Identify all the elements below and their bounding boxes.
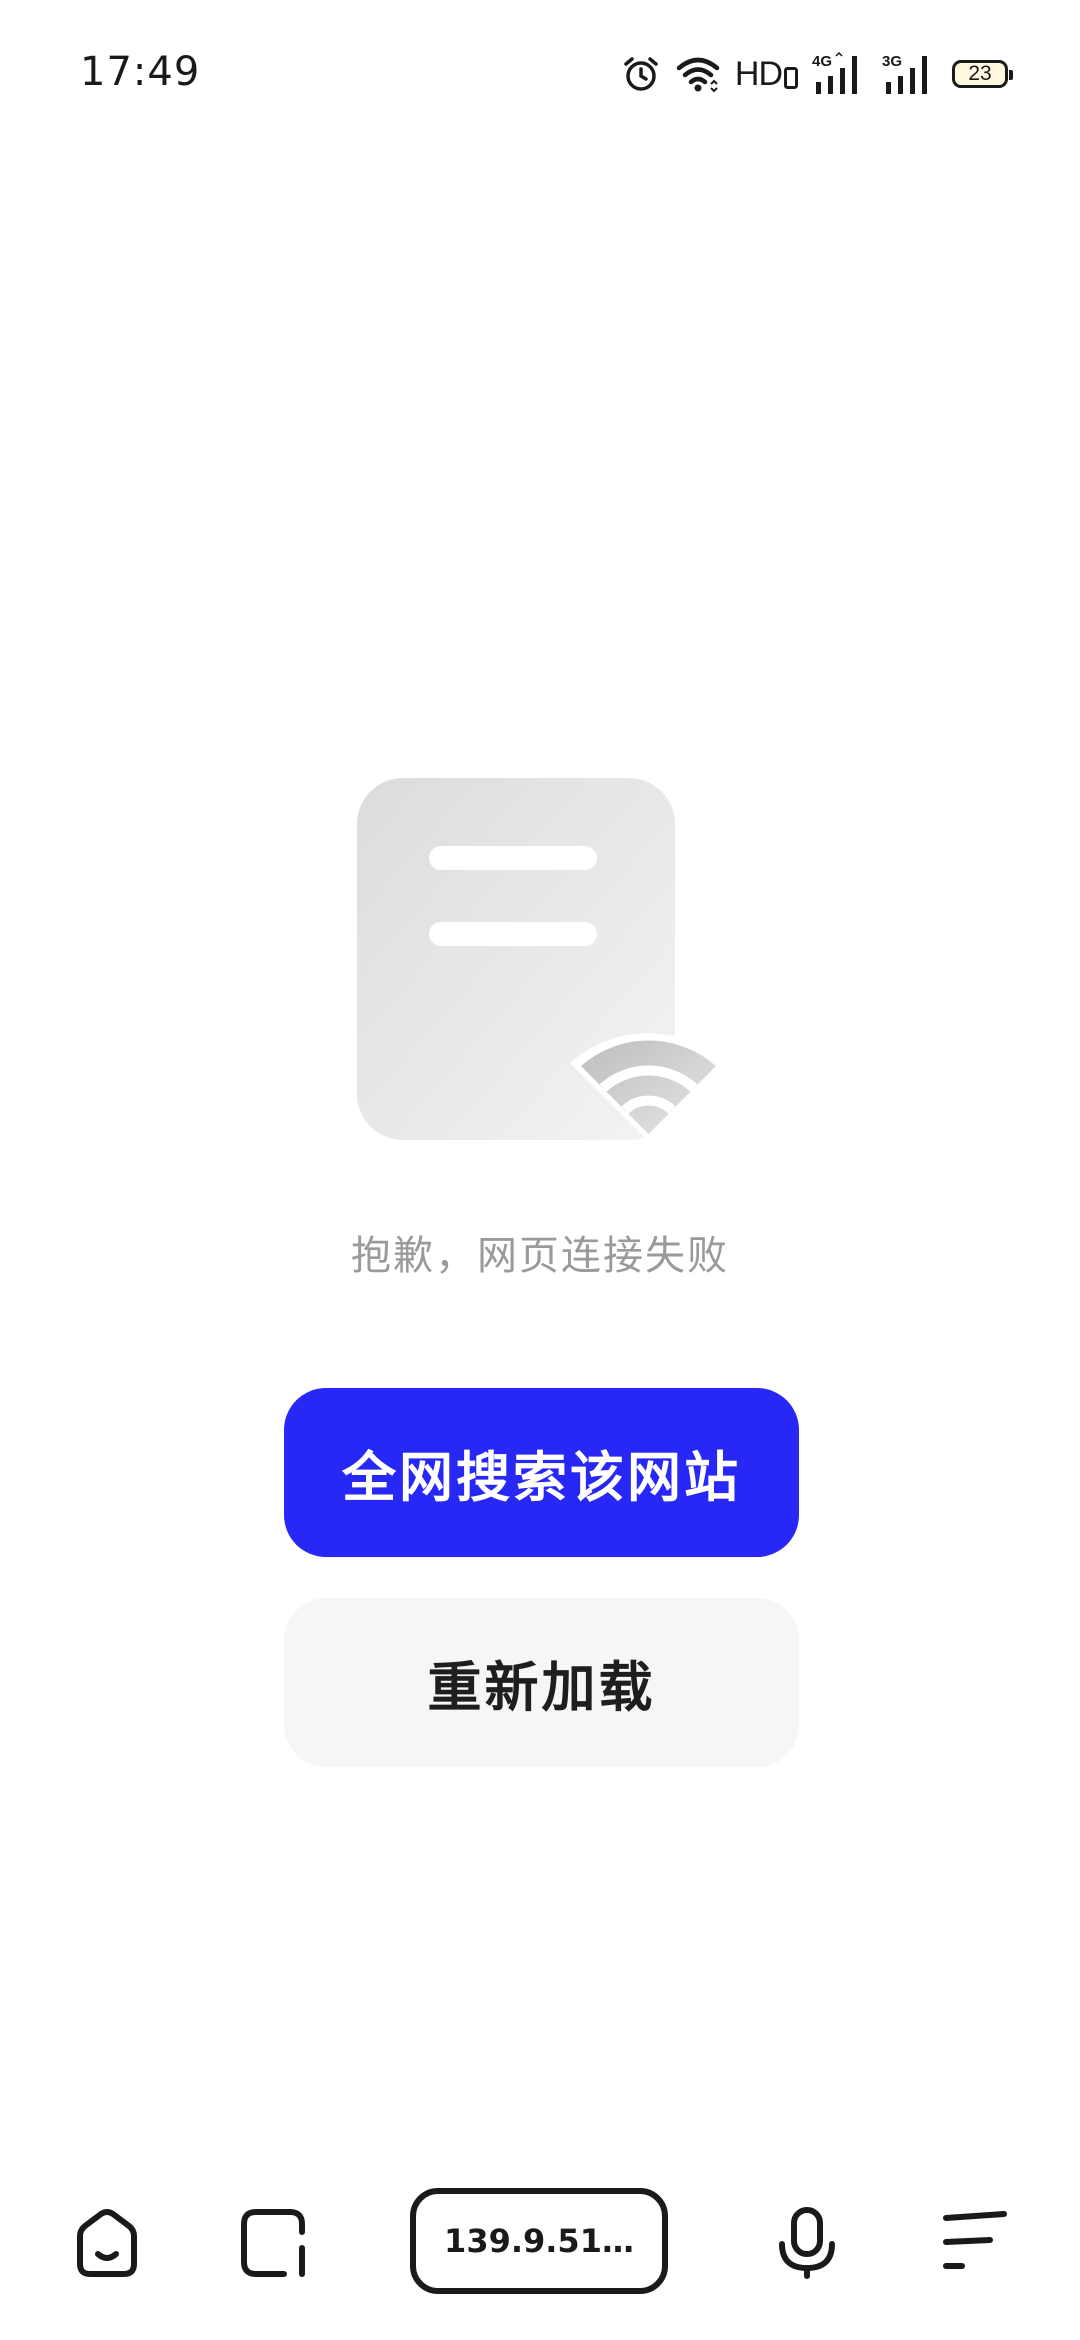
home-icon	[77, 2209, 137, 2277]
microphone-icon	[779, 2207, 835, 2279]
menu-button[interactable]	[930, 2198, 1020, 2288]
network-3g-label: 3G	[882, 53, 902, 70]
url-bar[interactable]: 139.9.51…	[410, 2188, 668, 2294]
signal-3g-icon: 3G	[882, 52, 938, 96]
battery-level: 23	[952, 60, 1013, 88]
status-time: 17:49	[80, 49, 201, 95]
network-4g-label: 4G	[812, 53, 832, 70]
tabs-button[interactable]	[230, 2198, 320, 2288]
page-no-connection-icon	[355, 776, 735, 1146]
home-button[interactable]	[62, 2198, 152, 2288]
status-bar: 17:49 HD 4G 3G 23	[0, 0, 1080, 150]
tabs-icon	[241, 2209, 305, 2277]
signal-4g-icon: 4G	[812, 52, 868, 96]
reload-button[interactable]: 重新加载	[284, 1598, 799, 1767]
wifi-icon	[675, 54, 721, 94]
status-icons: HD 4G 3G 23	[621, 52, 1013, 96]
error-message: 抱歉，网页连接失败	[351, 1233, 729, 1279]
bottom-toolbar: 139.9.51…	[0, 2180, 1080, 2310]
voice-search-button[interactable]	[762, 2198, 852, 2288]
menu-icon	[943, 2211, 1007, 2269]
hd-voice-icon: HD	[735, 55, 798, 94]
hd-label: HD	[734, 54, 783, 93]
battery-icon: 23	[952, 60, 1013, 88]
alarm-icon	[621, 54, 661, 94]
search-site-button[interactable]: 全网搜索该网站	[284, 1388, 799, 1557]
